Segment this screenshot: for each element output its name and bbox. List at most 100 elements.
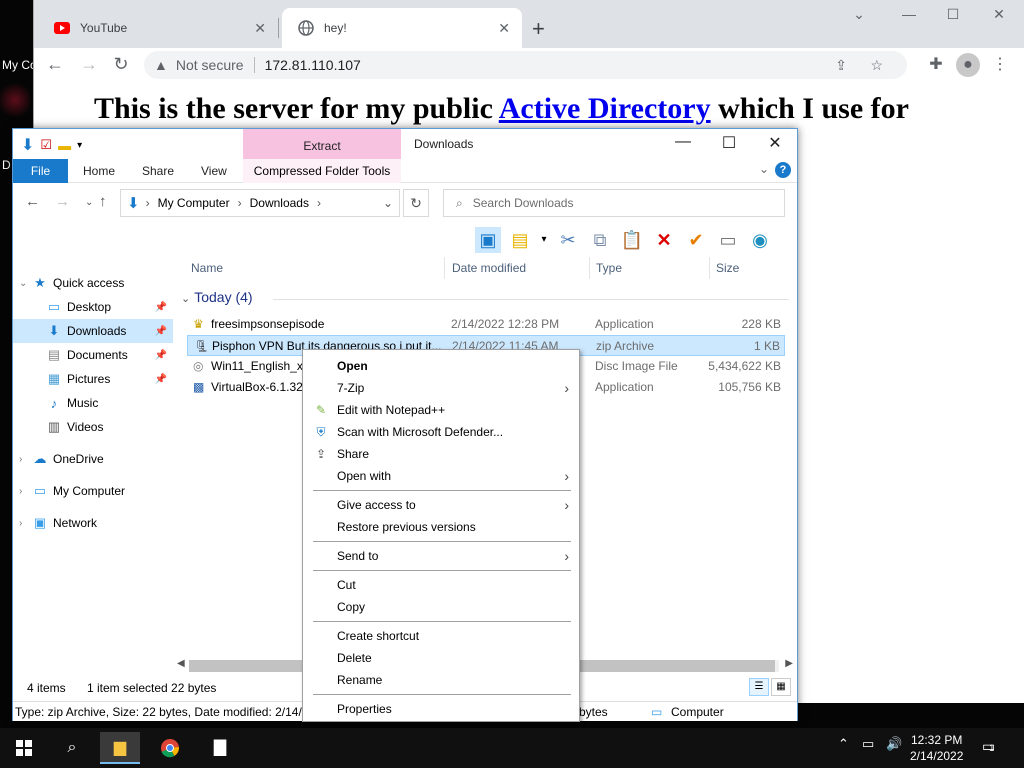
menu-item-edit-notepad[interactable]: ✎ Edit with Notepad++	[303, 399, 579, 421]
pin-icon[interactable]: 📌	[155, 302, 167, 313]
menu-item-cut[interactable]: Cut	[303, 574, 579, 596]
new-tab-icon[interactable]: +	[532, 16, 545, 42]
group-header[interactable]: ⌄ Today (4)	[181, 289, 253, 305]
security-status[interactable]: Not secure	[176, 57, 244, 73]
close-tab-icon[interactable]: ✕	[498, 20, 510, 37]
minimize-icon[interactable]: —	[663, 133, 703, 151]
scroll-right-icon[interactable]: ▶	[785, 658, 793, 669]
recent-locations-icon[interactable]: ⌄	[85, 197, 93, 208]
menu-item-send-to[interactable]: Send to ›	[303, 545, 579, 567]
up-icon[interactable]: ↑	[99, 193, 107, 210]
warning-icon[interactable]: ▲	[154, 57, 168, 73]
column-divider[interactable]	[444, 257, 445, 279]
shell-icon[interactable]: ◉	[747, 227, 773, 253]
collapse-group-icon[interactable]: ⌄	[181, 293, 190, 305]
breadcrumb-separator[interactable]: ›	[146, 196, 150, 210]
nav-my-computer[interactable]: › ▭ My Computer	[13, 479, 173, 503]
menu-item-scan-defender[interactable]: ⛨ Scan with Microsoft Defender...	[303, 421, 579, 443]
menu-item-open[interactable]: Open	[303, 355, 579, 377]
cut-icon[interactable]: ✂	[555, 227, 581, 253]
volume-icon[interactable]: 🔊	[886, 736, 902, 752]
breadcrumb-separator[interactable]: ›	[238, 196, 242, 210]
bookmark-star-icon[interactable]: ☆	[870, 57, 883, 74]
details-view-icon[interactable]: ☰	[749, 678, 769, 696]
nav-onedrive[interactable]: › ☁ OneDrive	[13, 447, 173, 471]
nav-documents[interactable]: ▤ Documents 📌	[13, 343, 173, 367]
address-bar[interactable]: ▲ Not secure 172.81.110.107 ⇪ ☆	[144, 51, 907, 79]
chrome-taskbar-icon[interactable]	[150, 732, 190, 764]
nav-network[interactable]: › ▣ Network	[13, 511, 173, 535]
url-text[interactable]: 172.81.110.107	[265, 57, 361, 73]
menu-item-give-access[interactable]: Give access to ›	[303, 494, 579, 516]
network-icon[interactable]: ▭	[862, 736, 874, 752]
search-icon[interactable]: ⌕	[52, 732, 92, 764]
desktop-icon-label-2[interactable]: D	[2, 158, 11, 172]
expand-ribbon-icon[interactable]: ⌄	[759, 162, 769, 176]
nav-music[interactable]: ♪ Music	[13, 391, 173, 415]
nav-downloads[interactable]: ⬇ Downloads 📌	[13, 319, 173, 343]
menu-item-copy[interactable]: Copy	[303, 596, 579, 618]
forward-icon[interactable]: →	[76, 52, 102, 76]
tab-youtube[interactable]: YouTube ✕	[38, 8, 278, 48]
tab-view[interactable]: View	[201, 159, 227, 183]
breadcrumb-my-computer[interactable]: My Computer	[158, 196, 230, 210]
menu-item-open-with[interactable]: Open with ›	[303, 465, 579, 487]
menu-item-properties[interactable]: Properties	[303, 698, 579, 720]
close-window-icon[interactable]: ✕	[755, 133, 795, 153]
breadcrumb-downloads[interactable]: Downloads	[250, 196, 309, 210]
collapse-icon[interactable]: ⌄	[19, 278, 31, 289]
menu-item-share[interactable]: ⇪ Share	[303, 443, 579, 465]
pin-icon[interactable]: 📌	[155, 374, 167, 385]
address-bar[interactable]: ⬇ › My Computer › Downloads › ⌄	[120, 189, 400, 217]
rename-icon[interactable]: ▭	[715, 227, 741, 253]
back-icon[interactable]: ←	[42, 52, 68, 76]
tab-home[interactable]: Home	[83, 159, 115, 183]
expand-icon[interactable]: ›	[19, 518, 31, 529]
close-window-icon[interactable]: ✕	[984, 6, 1014, 23]
notification-icon[interactable]: ▭1	[982, 738, 995, 755]
views-dropdown-icon[interactable]: ▾	[539, 227, 549, 253]
tab-search-icon[interactable]: ⌄	[844, 6, 874, 23]
copy-icon[interactable]: ⧉	[587, 227, 613, 253]
maximize-icon[interactable]: ☐	[938, 6, 968, 23]
refresh-icon[interactable]: ↻	[403, 189, 429, 217]
address-dropdown-icon[interactable]: ⌄	[383, 196, 393, 210]
views-icon[interactable]: ▤	[507, 227, 533, 253]
menu-icon[interactable]: ⋮	[988, 53, 1012, 77]
expand-icon[interactable]: ›	[19, 486, 31, 497]
new-folder-icon[interactable]: ▬	[58, 138, 71, 153]
expand-icon[interactable]: ›	[19, 454, 31, 465]
nav-quick-access[interactable]: ⌄ ★ Quick access	[13, 271, 173, 295]
explorer-app-icon[interactable]: ⬇	[21, 135, 34, 155]
tab-compressed-folder-tools[interactable]: Compressed Folder Tools	[243, 159, 401, 183]
column-divider[interactable]	[709, 257, 710, 279]
forward-icon[interactable]: →	[55, 193, 70, 210]
menu-item-create-shortcut[interactable]: Create shortcut	[303, 625, 579, 647]
file-row[interactable]: ♛ freesimpsonsepisode 2/14/2022 12:28 PM…	[187, 314, 785, 335]
properties-icon[interactable]: ☑	[40, 137, 52, 153]
paste-icon[interactable]: 📋	[619, 227, 645, 253]
checkmark-icon[interactable]: ✔	[683, 227, 709, 253]
maximize-icon[interactable]: ☐	[709, 133, 749, 153]
pin-icon[interactable]: 📌	[155, 326, 167, 337]
tab-hey[interactable]: hey! ✕	[282, 8, 522, 48]
search-input[interactable]: ⌕ Search Downloads	[443, 189, 785, 217]
file-taskbar-icon[interactable]: ▇	[200, 732, 240, 764]
column-type[interactable]: Type	[596, 261, 622, 275]
profile-avatar-icon[interactable]: ●	[956, 53, 980, 77]
preview-pane-icon[interactable]: ▣	[475, 227, 501, 253]
nav-pictures[interactable]: ▦ Pictures 📌	[13, 367, 173, 391]
reload-icon[interactable]: ↻	[108, 52, 134, 76]
column-date-modified[interactable]: Date modified	[452, 261, 526, 275]
scroll-left-icon[interactable]: ◀	[177, 658, 185, 669]
large-icons-view-icon[interactable]: ▦	[771, 678, 791, 696]
extract-tab-header[interactable]: Extract	[243, 129, 401, 159]
share-icon[interactable]: ⇪	[835, 57, 847, 74]
extensions-icon[interactable]: ✚	[924, 53, 948, 77]
breadcrumb-separator[interactable]: ›	[317, 196, 321, 210]
help-icon[interactable]: ?	[775, 162, 791, 178]
file-explorer-taskbar-icon[interactable]: ▆	[100, 732, 140, 764]
back-icon[interactable]: ←	[25, 193, 40, 210]
show-hidden-icons-icon[interactable]: ⌃	[838, 736, 849, 752]
tab-share[interactable]: Share	[142, 159, 174, 183]
